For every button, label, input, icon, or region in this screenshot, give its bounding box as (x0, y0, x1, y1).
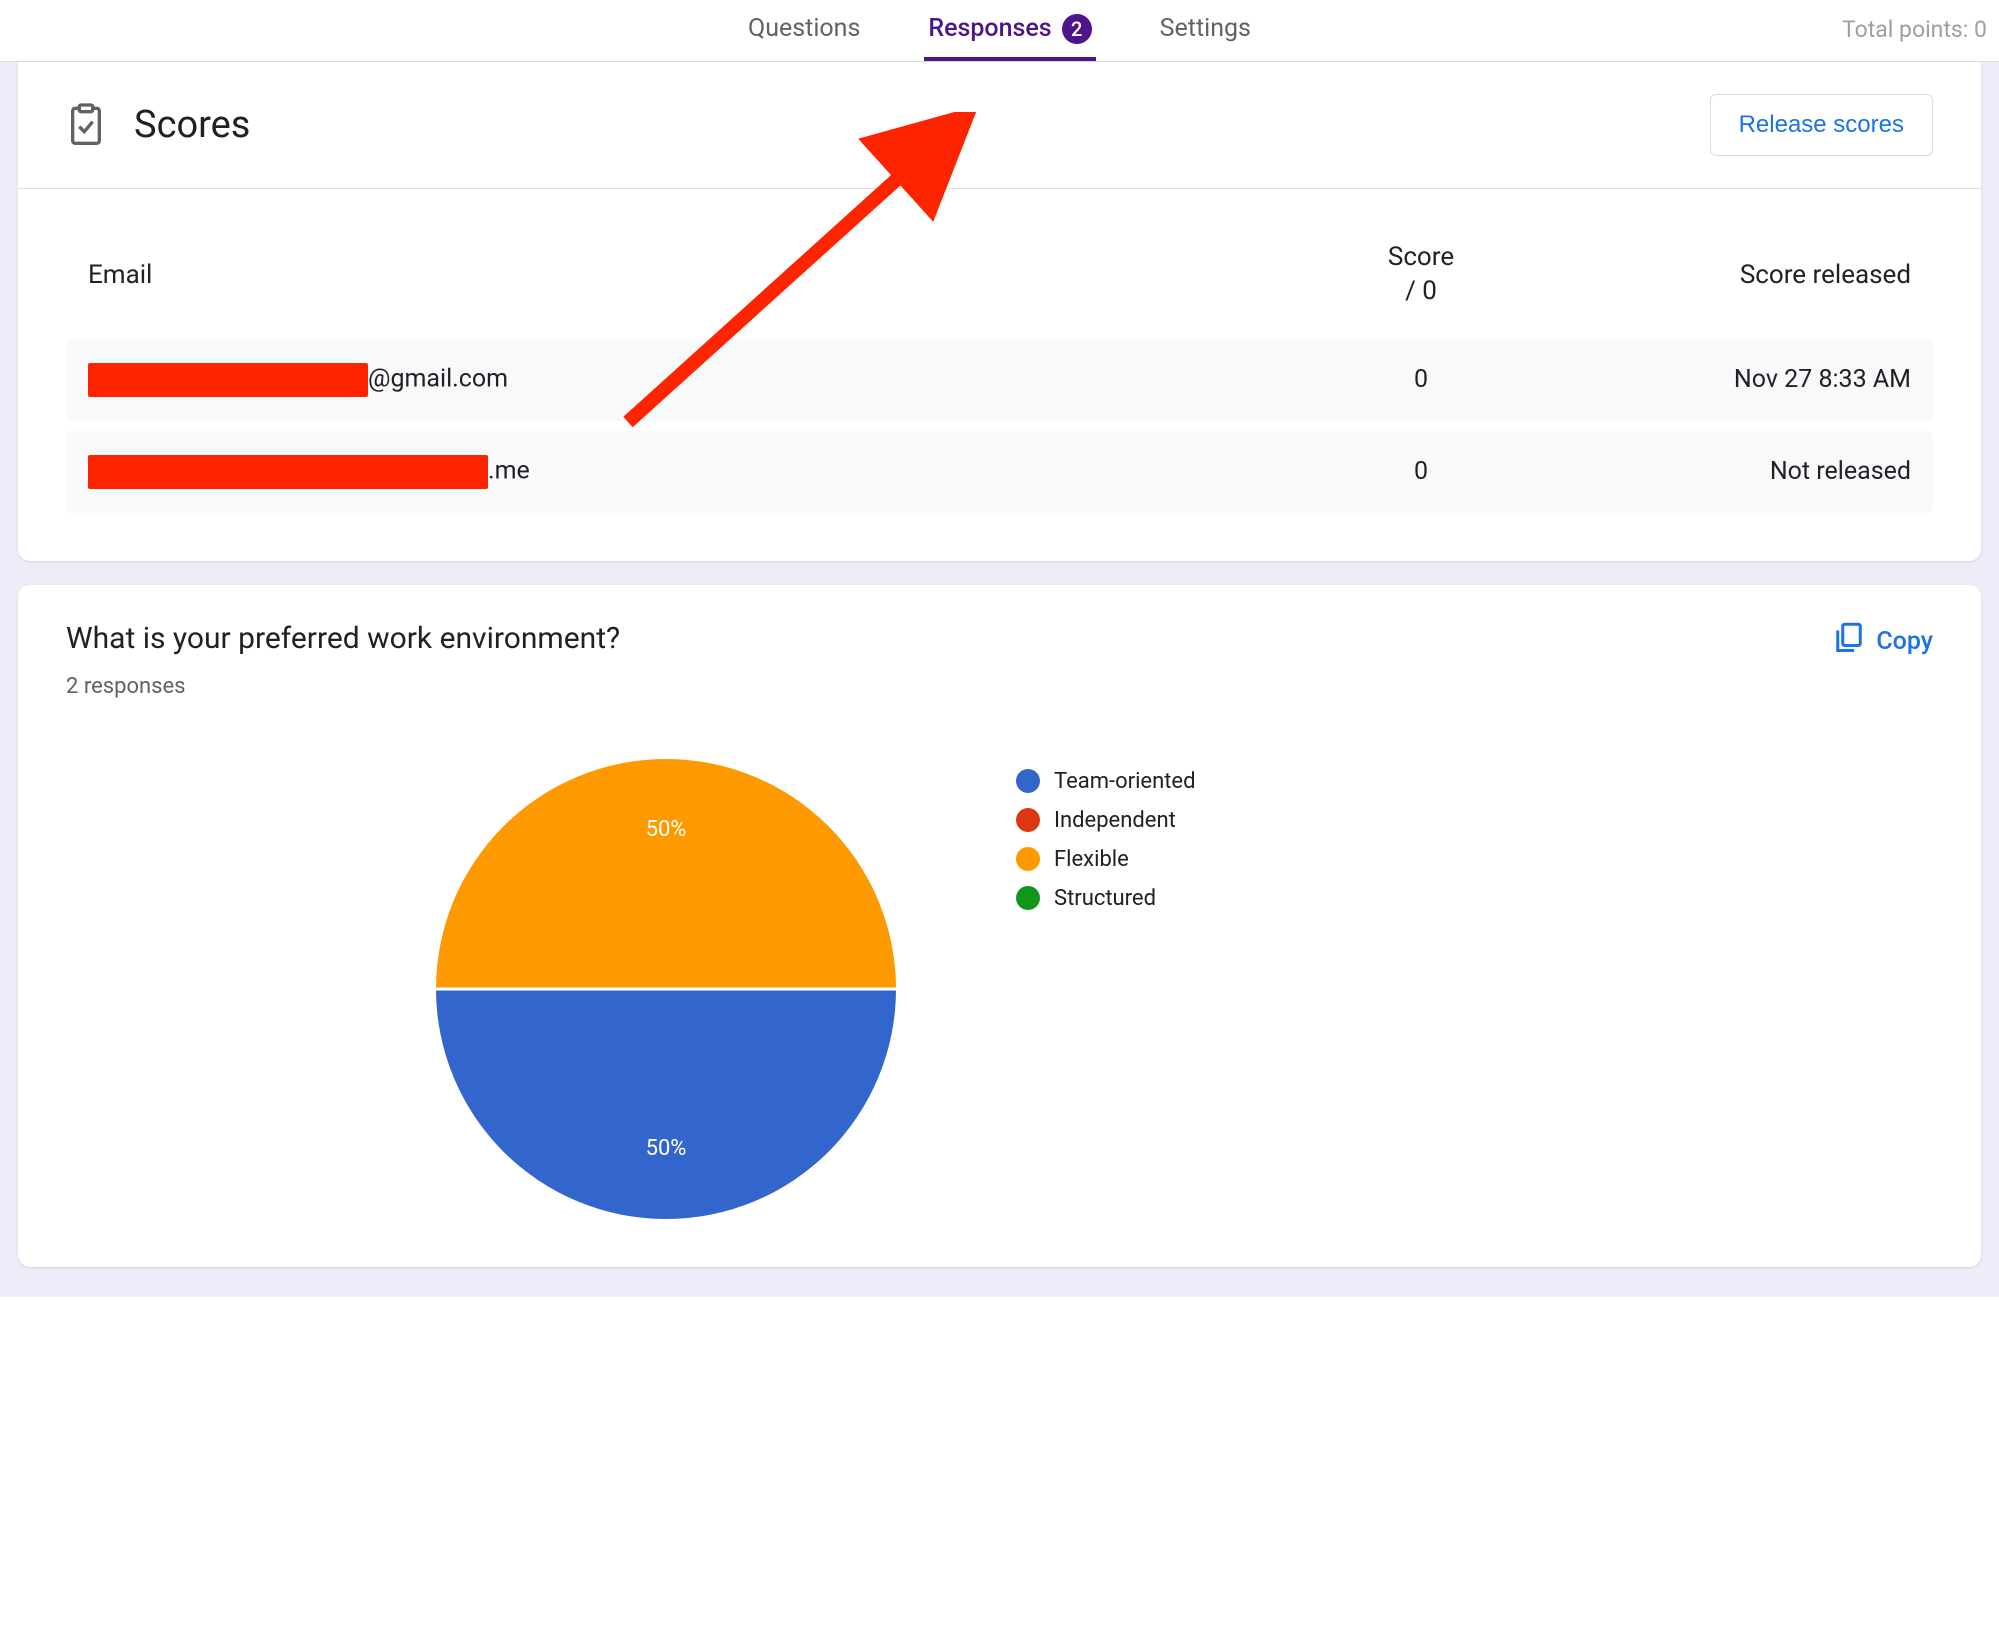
tab-responses[interactable]: Responses 2 (924, 0, 1095, 61)
email-suffix: .me (488, 456, 530, 485)
tab-questions-label: Questions (748, 14, 860, 43)
legend-swatch (1016, 769, 1040, 793)
question-title: What is your preferred work environment? (66, 621, 620, 656)
legend-swatch (1016, 808, 1040, 832)
redacted-email-block (88, 455, 488, 489)
scores-table: Email Score / 0 Score released @gmail.co… (18, 189, 1981, 561)
release-scores-button[interactable]: Release scores (1710, 94, 1933, 156)
tab-settings-label: Settings (1160, 14, 1251, 43)
pie-slice-label-top: 50% (646, 817, 687, 842)
tab-settings[interactable]: Settings (1156, 0, 1255, 61)
legend-label: Team-oriented (1054, 769, 1196, 794)
pie-chart: 50% 50% (436, 759, 896, 1219)
legend-label: Independent (1054, 808, 1176, 833)
row-score: 0 (1291, 365, 1551, 394)
chart-legend: Team-oriented Independent Flexible Structur… (1016, 769, 1196, 925)
col-email: Email (88, 260, 1291, 290)
total-points-label: Total points: 0 (1842, 16, 1987, 43)
legend-item: Team-oriented (1016, 769, 1196, 794)
legend-label: Flexible (1054, 847, 1129, 872)
table-row[interactable]: @gmail.com 0 Nov 27 8:33 AM (66, 339, 1933, 421)
copy-icon (1834, 621, 1864, 662)
responses-count-badge: 2 (1062, 14, 1092, 44)
email-suffix: @gmail.com (368, 364, 508, 393)
tab-responses-label: Responses (928, 14, 1051, 43)
row-released: Nov 27 8:33 AM (1551, 365, 1911, 394)
col-released: Score released (1551, 260, 1911, 290)
legend-item: Independent (1016, 808, 1196, 833)
legend-swatch (1016, 886, 1040, 910)
legend-item: Flexible (1016, 847, 1196, 872)
legend-swatch (1016, 847, 1040, 871)
row-released: Not released (1551, 457, 1911, 486)
col-score-line1: Score (1291, 241, 1551, 275)
copy-label: Copy (1876, 627, 1933, 656)
question-summary-card: What is your preferred work environment?… (18, 585, 1981, 1267)
col-score-line2: / 0 (1291, 275, 1551, 309)
copy-button[interactable]: Copy (1834, 621, 1933, 662)
pie-slice-label-bottom: 50% (646, 1136, 687, 1161)
clipboard-check-icon (66, 103, 106, 147)
scores-title: Scores (134, 103, 250, 147)
table-row[interactable]: .me 0 Not released (66, 431, 1933, 513)
redacted-email-block (88, 363, 368, 397)
responses-count-text: 2 responses (66, 674, 620, 699)
tab-questions[interactable]: Questions (744, 0, 864, 61)
row-score: 0 (1291, 457, 1551, 486)
legend-item: Structured (1016, 886, 1196, 911)
top-tab-bar: Questions Responses 2 Settings Total poi… (0, 0, 1999, 62)
scores-card: Scores Release scores Email Score / 0 Sc… (18, 62, 1981, 561)
legend-label: Structured (1054, 886, 1156, 911)
